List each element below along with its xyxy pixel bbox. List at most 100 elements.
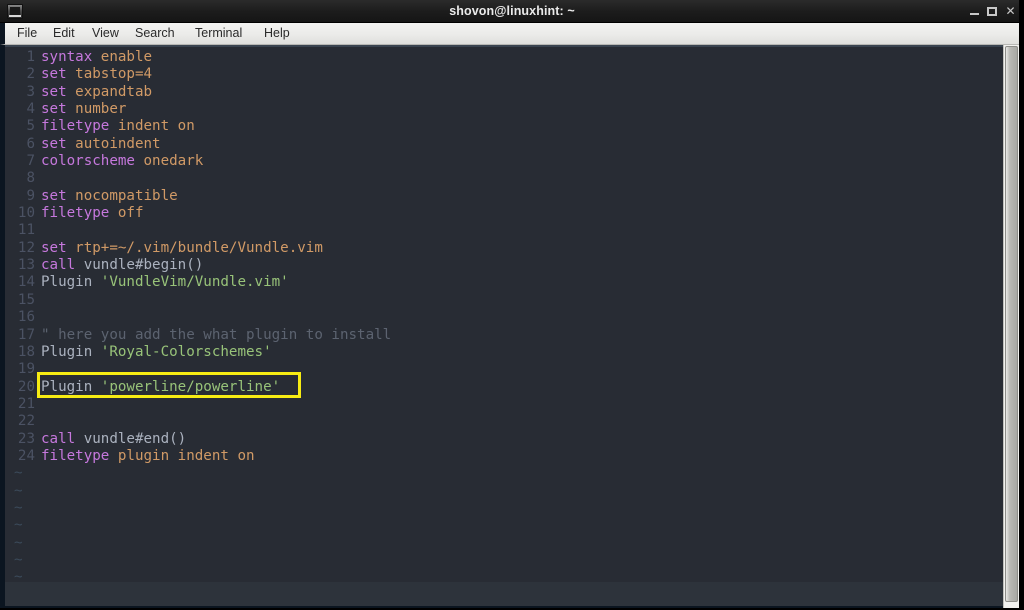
code-token: syntax	[41, 49, 93, 65]
close-icon[interactable]: ✕	[1004, 5, 1017, 18]
code-token: 'powerline/powerline'	[100, 378, 281, 395]
title-bar[interactable]: shovon@linuxhint: ~ ✕	[0, 0, 1024, 23]
minimize-button[interactable]	[968, 5, 981, 18]
code-token: plugin indent on	[109, 447, 255, 464]
maximize-button[interactable]	[986, 5, 999, 18]
line-number: 18	[17, 343, 35, 360]
code-token: 'Royal-Colorschemes'	[100, 343, 272, 360]
line-text: set expandtab	[41, 84, 152, 101]
line-number: 9	[26, 187, 35, 204]
code-token: tabstop=4	[66, 66, 153, 83]
line-text: colorscheme onedark	[41, 153, 203, 170]
line-text: set tabstop=4	[41, 66, 152, 83]
empty-line: ~	[5, 500, 1003, 517]
code-line: 11	[5, 222, 1003, 239]
code-line: 12 set rtp+=~/.vim/bundle/Vundle.vim	[5, 240, 1003, 257]
line-number: 24	[17, 447, 35, 464]
line-text: " here you add the what plugin to instal…	[41, 327, 391, 344]
code-token: filetype	[41, 205, 110, 222]
empty-line: ~	[5, 517, 1003, 534]
code-token: filetype	[41, 447, 110, 464]
tilde-marker: ~	[14, 534, 23, 551]
menu-item-help[interactable]: Help	[262, 23, 292, 44]
code-line: 8	[5, 170, 1003, 187]
code-line: 24 filetype plugin indent on	[5, 448, 1003, 465]
line-number: 10	[17, 205, 35, 222]
vim-editor[interactable]: 1 syntax enable 2 set tabstop=4 3 set expandt…	[5, 45, 1003, 606]
code-token: autoindent	[66, 135, 161, 152]
line-number: 11	[17, 222, 35, 239]
line-number: 21	[17, 395, 35, 412]
vertical-scrollbar[interactable]	[1003, 45, 1019, 608]
line-number: 5	[26, 118, 35, 135]
line-text: filetype plugin indent on	[41, 448, 255, 465]
line-number: 19	[17, 361, 35, 378]
line-text: call vundle#begin()	[41, 257, 203, 274]
tilde-marker: ~	[14, 499, 23, 516]
code-token: rtp+=~/.vim/bundle/Vundle.vim	[66, 239, 323, 256]
line-number: 4	[26, 101, 35, 118]
code-token: vundle#begin()	[75, 257, 204, 274]
code-token: number	[66, 101, 127, 118]
close-glyph: ✕	[1005, 4, 1016, 18]
code-line: 13 call vundle#begin()	[5, 257, 1003, 274]
line-number: 22	[17, 413, 35, 430]
line-number: 2	[26, 66, 35, 83]
terminal-top-divider	[5, 45, 1003, 47]
code-token: 'VundleVim/Vundle.vim'	[100, 274, 289, 291]
code-line: 17 " here you add the what plugin to inst…	[5, 327, 1003, 344]
line-number: 15	[17, 291, 35, 308]
line-number: 13	[17, 257, 35, 274]
terminal-window: shovon@linuxhint: ~ ✕ File Edit View Sea…	[0, 0, 1024, 610]
scrollbar-thumb[interactable]	[1005, 46, 1018, 602]
code-line: 19	[5, 361, 1003, 378]
code-token: filetype	[41, 118, 110, 135]
code-line: 4 set number	[5, 101, 1003, 118]
line-text: filetype indent on	[41, 118, 195, 135]
window-right-edge	[1019, 0, 1024, 610]
line-number: 17	[17, 326, 35, 343]
line-text: Plugin 'powerline/powerline'	[41, 379, 280, 396]
code-line: 1 syntax enable	[5, 49, 1003, 66]
tilde-marker: ~	[14, 551, 23, 568]
menu-item-file[interactable]: File	[15, 23, 39, 44]
code-line: 18 Plugin 'Royal-Colorschemes'	[5, 344, 1003, 361]
tilde-marker: ~	[14, 517, 23, 534]
line-number: 23	[17, 430, 35, 447]
empty-line: ~	[5, 465, 1003, 482]
menu-bar: File Edit View Search Terminal Help	[0, 23, 1024, 45]
code-line: 2 set tabstop=4	[5, 66, 1003, 83]
line-number: 1	[26, 49, 35, 65]
line-text: set nocompatible	[41, 188, 178, 205]
code-token: set	[41, 239, 67, 256]
code-line: 22	[5, 413, 1003, 430]
vim-buffer[interactable]: 1 syntax enable 2 set tabstop=4 3 set expandt…	[5, 49, 1003, 587]
menu-item-view[interactable]: View	[90, 23, 121, 44]
terminal-body: 1 syntax enable 2 set tabstop=4 3 set expandt…	[0, 45, 1024, 610]
line-number: 6	[26, 135, 35, 152]
tilde-marker: ~	[14, 465, 23, 482]
code-token: set	[41, 187, 67, 204]
code-token: " here you add the what plugin to instal…	[41, 326, 392, 343]
code-line: 16	[5, 309, 1003, 326]
line-number: 20	[17, 378, 35, 395]
code-line: 3 set expandtab	[5, 84, 1003, 101]
menu-item-edit[interactable]: Edit	[51, 23, 77, 44]
code-line: 20 Plugin 'powerline/powerline'	[5, 379, 1003, 396]
menu-item-search[interactable]: Search	[133, 23, 177, 44]
code-line: 6 set autoindent	[5, 136, 1003, 153]
code-line: 23 call vundle#end()	[5, 431, 1003, 448]
code-token: Plugin	[41, 378, 101, 395]
code-token: Plugin	[41, 274, 101, 291]
vim-status-line: -- INSERT -- 21,1 All	[5, 582, 1003, 606]
line-number: 7	[26, 153, 35, 170]
menu-item-terminal[interactable]: Terminal	[193, 23, 244, 44]
empty-line: ~	[5, 535, 1003, 552]
empty-line: ~	[5, 483, 1003, 500]
code-token: onedark	[134, 153, 204, 170]
line-text: call vundle#end()	[41, 431, 186, 448]
line-text: set number	[41, 101, 126, 118]
code-token: call	[41, 430, 76, 447]
code-token: indent on	[109, 118, 195, 135]
line-number: 3	[26, 83, 35, 100]
